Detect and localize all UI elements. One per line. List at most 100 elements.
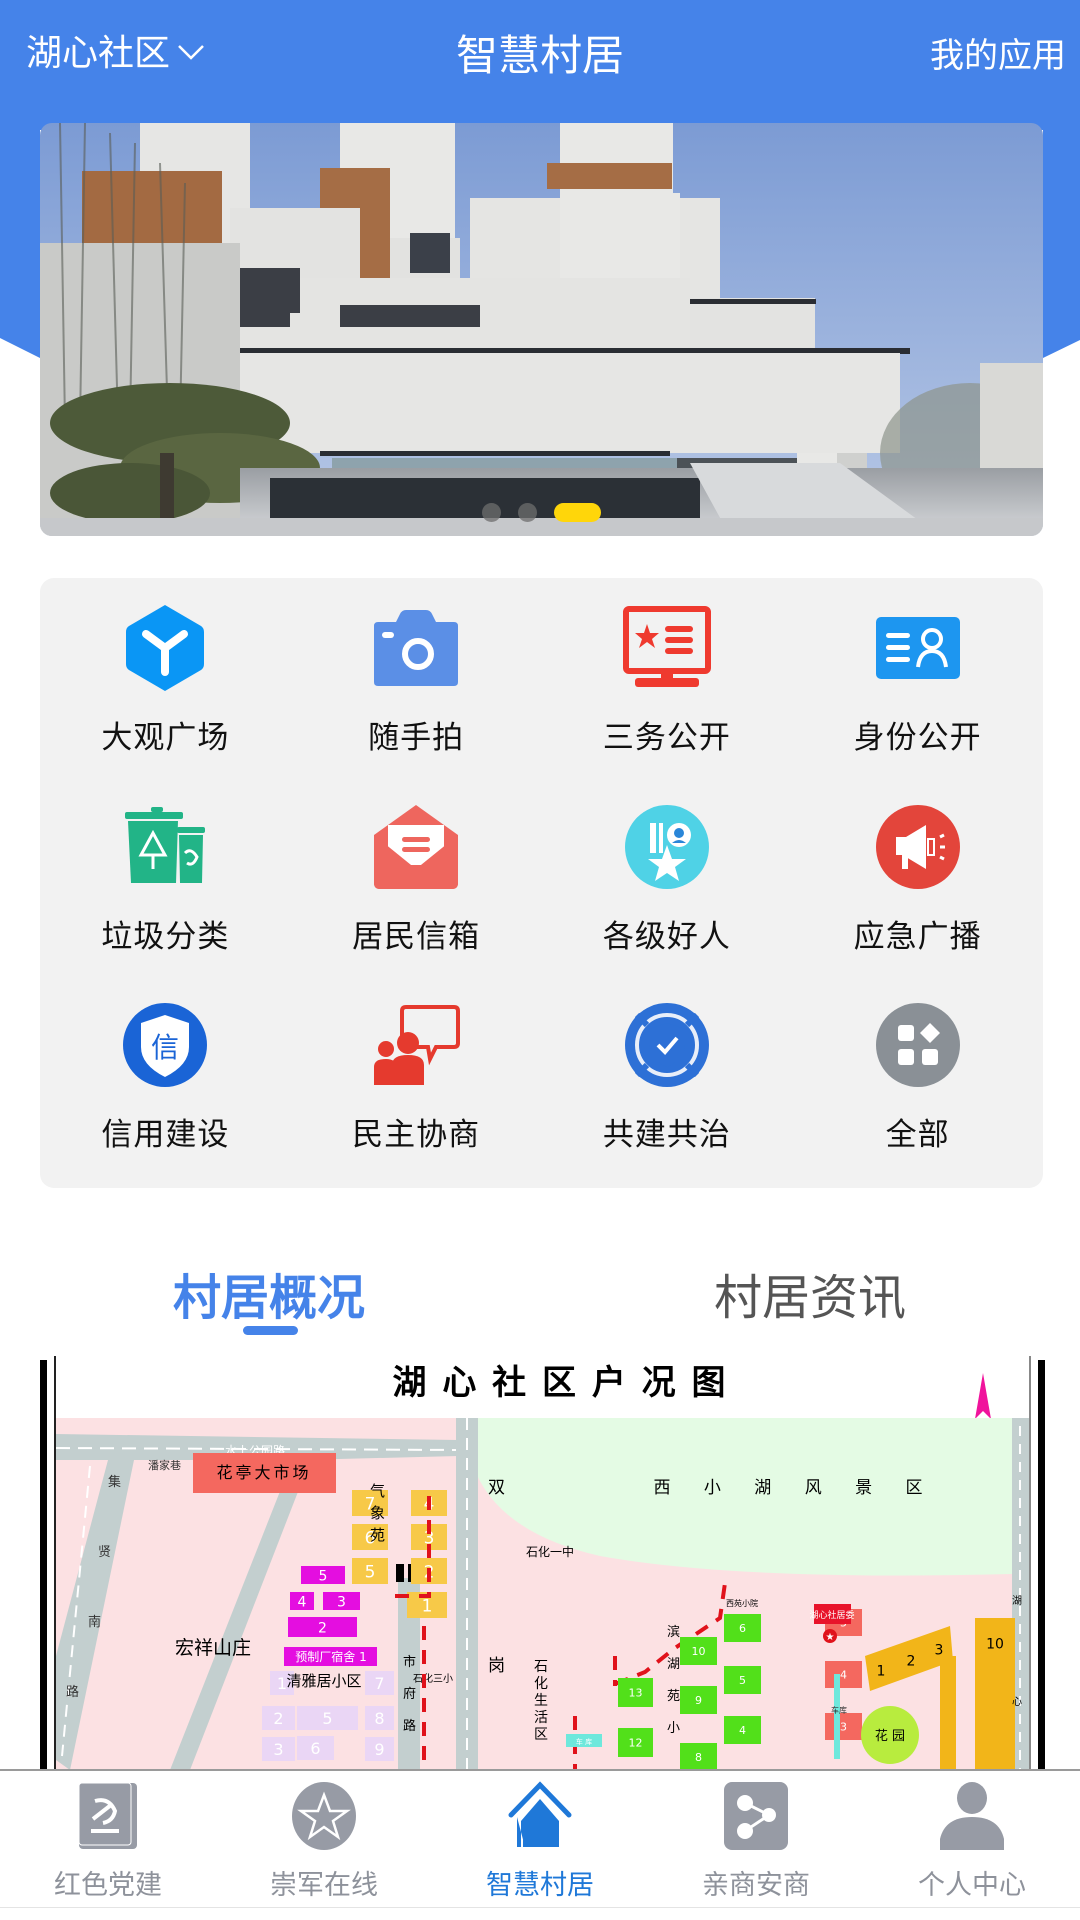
svg-text:苑: 苑	[667, 1689, 680, 1704]
grid-item-identity[interactable]: 身份公开	[792, 592, 1043, 791]
svg-text:小: 小	[667, 1721, 680, 1736]
function-grid: 大观广场 随手拍 三务公开 身份公开 垃圾分类 居民信箱 各级好人 应急广播 信…	[40, 578, 1043, 1188]
credit-shield-icon: 信	[121, 1001, 209, 1089]
map-block-label: 9	[695, 1694, 702, 1707]
svg-text:湖: 湖	[667, 1657, 680, 1672]
grid-item-credit[interactable]: 信 信用建设	[40, 989, 291, 1188]
carousel-dot-2[interactable]	[518, 503, 537, 522]
svg-text:南: 南	[88, 1614, 101, 1630]
map-block-label: 10	[692, 1645, 706, 1658]
nav-label: 崇军在线	[270, 1870, 378, 1901]
map-block-label: 3	[273, 1740, 283, 1759]
north-arrow-icon	[975, 1373, 991, 1419]
grid-label: 全部	[885, 1117, 950, 1154]
map-block-label: 2	[318, 1620, 327, 1636]
grid-item-resident-mailbox[interactable]: 居民信箱	[291, 791, 542, 990]
svg-text:★: ★	[826, 1632, 835, 1643]
map-block-label: 3	[935, 1642, 944, 1658]
map-block-label: 2	[907, 1653, 916, 1669]
map-block-label: 12	[629, 1737, 643, 1750]
grid-label: 身份公开	[853, 720, 982, 756]
trash-bins-icon	[121, 803, 209, 891]
carousel-indicators	[40, 503, 1043, 522]
grid-label: 民主协商	[352, 1117, 481, 1154]
banner-carousel[interactable]	[40, 123, 1043, 536]
grid-label: 垃圾分类	[101, 918, 230, 955]
megaphone-icon	[874, 803, 962, 891]
party-book-icon	[72, 1781, 144, 1851]
nav-item-pro-business[interactable]: 亲商安商	[648, 1771, 864, 1907]
svg-text:贤: 贤	[98, 1545, 111, 1560]
grid-item-good-people[interactable]: 各级好人	[542, 791, 793, 990]
svg-text:双: 双	[488, 1478, 505, 1498]
svg-text:信: 信	[151, 1031, 179, 1064]
grid-label: 居民信箱	[352, 918, 481, 955]
nav-item-party-building[interactable]: 红色党建	[0, 1771, 216, 1907]
all-apps-icon	[874, 1001, 962, 1089]
map-block-label: 9	[374, 1740, 384, 1759]
nav-item-personal-center[interactable]: 个人中心	[864, 1771, 1080, 1907]
share-icon	[720, 1781, 792, 1851]
map-block-label: 6	[739, 1622, 746, 1635]
grid-item-garbage-sorting[interactable]: 垃圾分类	[40, 791, 291, 990]
tab-village-overview[interactable]: 村居概况	[173, 1258, 365, 1328]
svg-text:车库: 车库	[831, 1705, 847, 1715]
svg-text:集: 集	[108, 1474, 121, 1490]
shield-check-icon	[623, 1001, 711, 1089]
nav-item-smart-village[interactable]: 智慧村居	[432, 1771, 648, 1907]
community-household-map[interactable]: 湖 心 社 区 户 况 图 水上公园路 集 贤 南 路 潘家巷 花亭大市场 76…	[40, 1356, 1046, 1770]
map-block-label: 5	[739, 1674, 746, 1687]
svg-text:西 小 湖 风 景 区: 西 小 湖 风 景 区	[653, 1478, 936, 1498]
svg-text:湖心社居委: 湖心社居委	[809, 1609, 854, 1621]
nav-label: 个人中心	[918, 1870, 1026, 1901]
tab-village-news[interactable]: 村居资讯	[714, 1258, 906, 1328]
grid-item-daguan-plaza[interactable]: 大观广场	[40, 592, 291, 791]
map-title: 湖 心 社 区 户 况 图	[392, 1363, 727, 1403]
svg-text:石化三小: 石化三小	[413, 1672, 453, 1685]
camera-icon	[372, 604, 460, 692]
map-block-label: 5	[319, 1568, 328, 1584]
banner-image	[40, 123, 1043, 536]
bottom-navigation: 红色党建 崇军在线 智慧村居 亲商安商 个人中心	[0, 1769, 1080, 1908]
svg-text:花亭大市场: 花亭大市场	[216, 1463, 311, 1482]
id-card-icon	[874, 604, 962, 692]
grid-item-three-affairs[interactable]: 三务公开	[542, 592, 793, 791]
grid-item-all[interactable]: 全部	[792, 989, 1043, 1188]
nav-label: 红色党建	[54, 1870, 162, 1901]
grid-item-co-governance[interactable]: 共建共治	[542, 989, 793, 1188]
grid-label: 随手拍	[368, 720, 465, 756]
envelope-icon	[372, 803, 460, 891]
bottom-safe-area	[0, 1908, 1080, 1920]
map-frame-right	[1038, 1360, 1045, 1770]
svg-text:化: 化	[534, 1676, 548, 1692]
map-block-label: 8	[695, 1751, 702, 1764]
svg-text:潘家巷: 潘家巷	[148, 1458, 181, 1472]
community-selector[interactable]: 湖心社区	[26, 24, 206, 76]
carousel-dot-3-active[interactable]	[554, 503, 601, 522]
svg-text:心: 心	[1012, 1696, 1022, 1708]
monitor-star-icon	[622, 604, 711, 692]
svg-text:清雅居小区: 清雅居小区	[286, 1672, 361, 1690]
grid-item-snapshot[interactable]: 随手拍	[291, 592, 542, 791]
carousel-dot-1[interactable]	[482, 503, 501, 522]
grid-item-democratic-consultation[interactable]: 民主协商	[291, 989, 542, 1188]
hexagon-y-icon	[121, 604, 209, 692]
svg-text:区: 区	[534, 1727, 548, 1743]
map-block-label: 4	[840, 1669, 847, 1682]
content-tabs: 村居概况 村居资讯	[40, 1250, 1043, 1340]
nav-label: 智慧村居	[486, 1870, 594, 1901]
my-apps-link[interactable]: 我的应用	[930, 28, 1066, 77]
map-block-label: 10	[986, 1636, 1004, 1652]
tab-active-indicator	[243, 1326, 298, 1335]
svg-text:府: 府	[403, 1687, 416, 1702]
people-chat-icon	[372, 1001, 461, 1089]
community-name: 湖心社区	[26, 33, 171, 74]
home-icon	[504, 1781, 576, 1851]
nav-item-military-online[interactable]: 崇军在线	[216, 1771, 432, 1907]
map-block-label: 1	[422, 1596, 433, 1616]
svg-text:石化一中: 石化一中	[526, 1544, 574, 1559]
grid-item-emergency-broadcast[interactable]: 应急广播	[792, 791, 1043, 990]
svg-text:花 园: 花 园	[875, 1728, 905, 1744]
map-block-label: 6	[310, 1739, 320, 1758]
map-block-label: 5	[322, 1709, 332, 1728]
